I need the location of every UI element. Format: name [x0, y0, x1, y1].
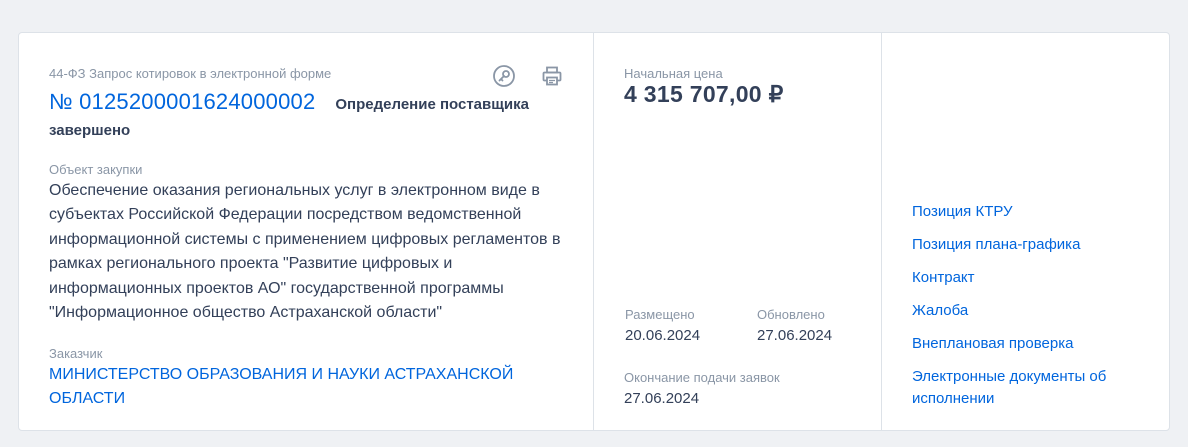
key-icon[interactable]: [491, 63, 517, 89]
object-label: Объект закупки: [49, 162, 143, 177]
posted-date-value: 20.06.2024: [625, 327, 701, 344]
link-plan-schedule[interactable]: Позиция плана-графика: [912, 234, 1152, 256]
updated-date-value: 27.06.2024: [757, 327, 833, 344]
procurement-main-info: 44-ФЗ Запрос котировок в электронной фор…: [19, 33, 594, 430]
customer-link[interactable]: МИНИСТЕРСТВО ОБРАЗОВАНИЯ И НАУКИ АСТРАХА…: [49, 363, 519, 411]
link-contract[interactable]: Контракт: [912, 267, 1152, 289]
print-icon[interactable]: [539, 63, 565, 89]
related-links-list: Позиция КТРУ Позиция плана-графика Контр…: [912, 201, 1152, 410]
deadline-date-value: 27.06.2024: [624, 390, 700, 407]
link-unscheduled-inspection[interactable]: Внеплановая проверка: [912, 333, 1152, 355]
registry-number-link[interactable]: № 0125200001624000002: [49, 89, 315, 114]
initial-price-label: Начальная цена: [624, 66, 723, 81]
link-execution-documents[interactable]: Электронные документы об исполнении: [912, 366, 1152, 410]
initial-price-value: 4 315 707,00 ₽: [624, 81, 784, 107]
procurement-price-dates: Начальная цена 4 315 707,00 ₽ Размещено …: [594, 33, 882, 430]
customer-label: Заказчик: [49, 346, 103, 361]
link-ktru-position[interactable]: Позиция КТРУ: [912, 201, 1152, 223]
link-complaint[interactable]: Жалоба: [912, 300, 1152, 322]
procurement-card: 44-ФЗ Запрос котировок в электронной фор…: [18, 32, 1170, 431]
posted-date-label: Размещено: [625, 307, 695, 322]
procurement-title: № 0125200001624000002 Определение поставщ…: [49, 89, 569, 144]
law-type-label: 44-ФЗ Запрос котировок в электронной фор…: [49, 66, 332, 81]
deadline-date-label: Окончание подачи заявок: [624, 370, 780, 385]
procurement-links: Позиция КТРУ Позиция плана-графика Контр…: [882, 33, 1170, 430]
updated-date-label: Обновлено: [757, 307, 825, 322]
object-description: Обеспечение оказания региональных услуг …: [49, 182, 561, 322]
